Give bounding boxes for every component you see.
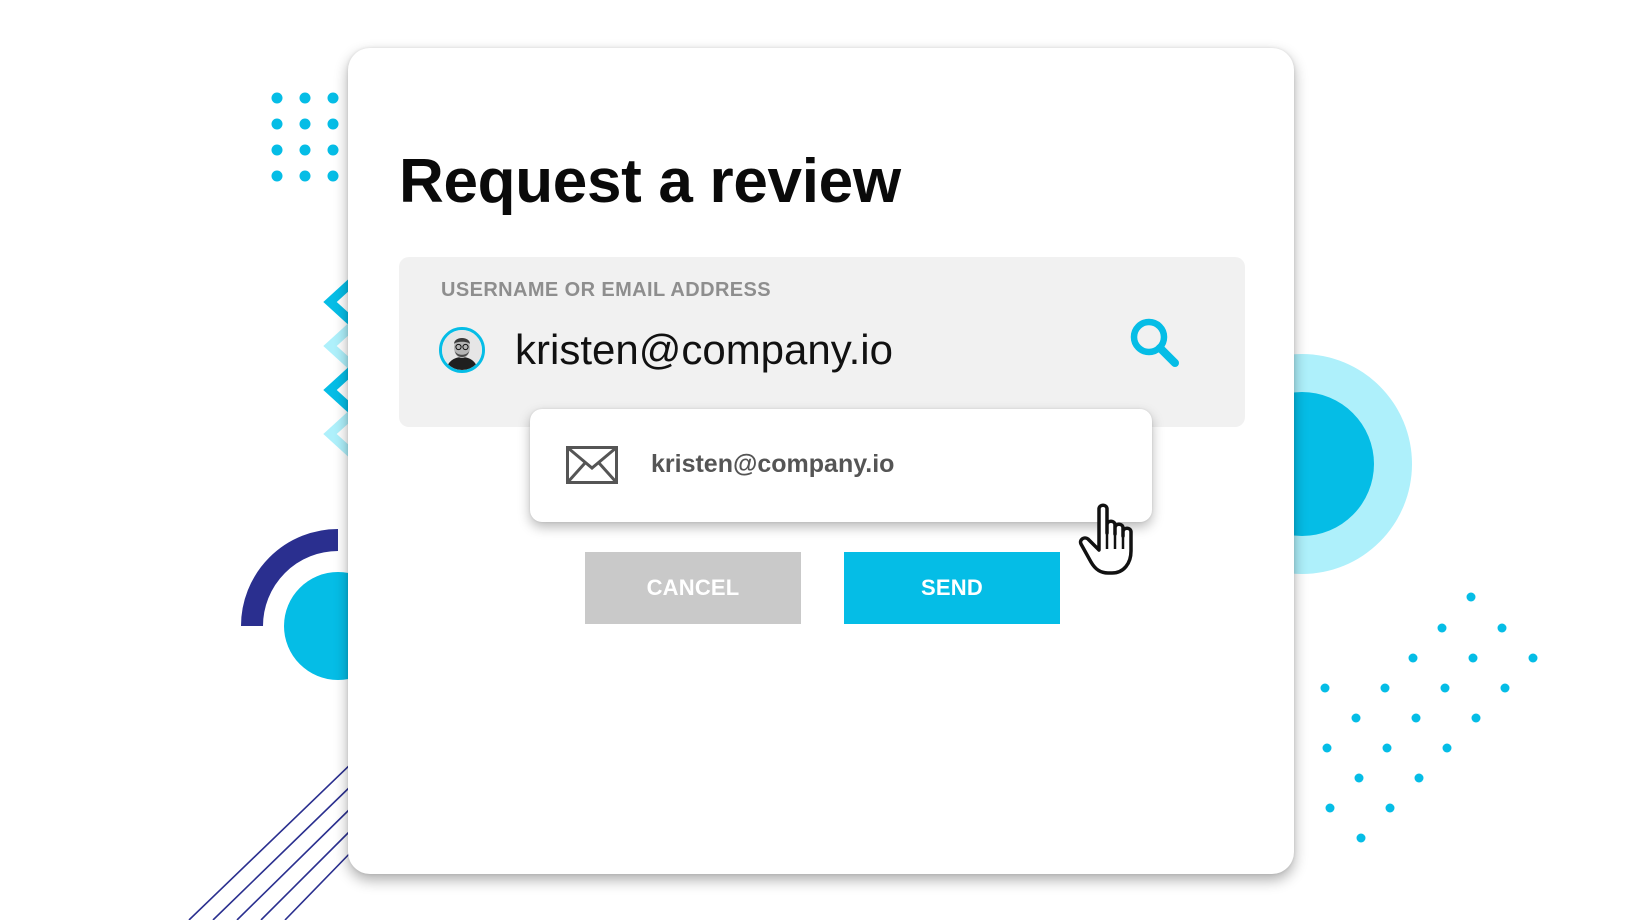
decor-dot-pattern-bottom-right	[1320, 592, 1538, 843]
username-email-input[interactable]	[515, 324, 1075, 376]
decor-dot-grid-top-left	[271, 92, 339, 182]
suggestion-email-text: kristen@company.io	[651, 450, 895, 478]
cancel-button[interactable]: CANCEL	[585, 552, 801, 624]
decor-diagonal-lines	[188, 760, 356, 920]
request-review-dialog: Request a review USERNAME OR EMAIL ADDRE…	[348, 48, 1294, 874]
mail-icon	[566, 446, 618, 484]
send-button[interactable]: SEND	[844, 552, 1060, 624]
email-suggestion-item[interactable]: kristen@company.io	[530, 409, 1152, 522]
field-label: USERNAME OR EMAIL ADDRESS	[441, 279, 772, 301]
user-avatar-icon	[439, 327, 485, 373]
search-icon[interactable]	[1127, 315, 1183, 371]
dialog-title: Request a review	[399, 147, 901, 216]
hand-pointer-icon	[1078, 503, 1133, 575]
username-email-field[interactable]: USERNAME OR EMAIL ADDRESS	[399, 257, 1245, 427]
